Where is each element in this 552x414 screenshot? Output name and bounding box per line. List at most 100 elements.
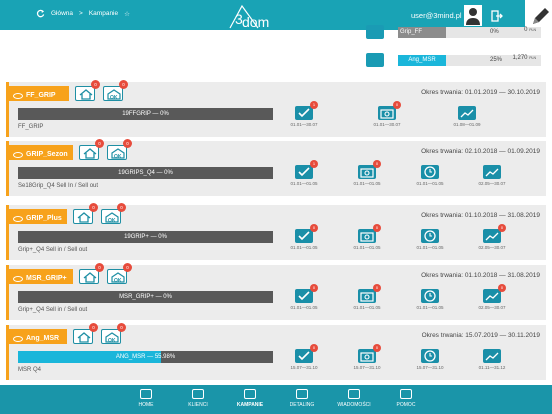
eye-icon — [13, 275, 23, 282]
campaign-card[interactable]: GRIP_Plus 0 OK 0 Okres trwania: 01.10.2018 —… — [6, 203, 546, 260]
progress-label: MSR_GRIP+ — 0% — [119, 294, 172, 300]
nav-home[interactable]: HOME — [120, 385, 172, 414]
action-date: 01.01—01.05 — [416, 245, 444, 250]
progress-bar: 19GRIPS_Q4 — 0% — [18, 167, 273, 179]
breadcrumb-separator: > — [79, 10, 83, 17]
camera-icon: 0 — [378, 101, 401, 120]
count-badge: 0 — [373, 284, 381, 292]
campaign-card[interactable]: GRIP_Sezon 0 OK 0 Okres trwania: 02.10.2018 … — [6, 139, 546, 196]
ok-button[interactable]: OK 0 — [101, 203, 126, 224]
stat-amount: 1,270 PLN — [512, 55, 537, 61]
campaign-action[interactable]: 0 01.01—01.05 — [347, 284, 387, 310]
campaign-action[interactable]: 0 02.05—30.07 — [472, 224, 512, 250]
stat-name: Grip_FF — [398, 27, 446, 38]
action-date: 02.05—30.07 — [478, 181, 506, 186]
campaign-subtitle: Se18Grip_Q4 Sell In / Sell out — [18, 183, 99, 189]
campaign-action[interactable]: 15.07—31.10 — [410, 349, 450, 370]
campaign-action[interactable]: 0 01.01—01.05 — [347, 224, 387, 250]
svg-text:OK: OK — [114, 278, 122, 283]
action-date: 01.01—01.05 — [353, 245, 381, 250]
nav-pomoc[interactable]: POMOC — [380, 385, 432, 414]
campaign-subtitle: FF_GRIP — [18, 124, 44, 130]
house-button[interactable]: 0 — [73, 323, 98, 344]
refresh-icon[interactable] — [36, 9, 45, 18]
campaign-period: Okres trwania: 01.01.2019 — 30.10.2019 — [421, 89, 540, 96]
count-badge: 1 — [310, 101, 318, 109]
house-button[interactable]: 0 — [75, 80, 100, 101]
campaign-tag[interactable]: FF_GRIP — [9, 86, 69, 101]
campaign-tag[interactable]: MSR_GRIP+ — [9, 269, 73, 284]
count-badge: 0 — [117, 323, 126, 332]
progress-label: 19FFGRIP — 0% — [122, 111, 169, 117]
house-button[interactable]: 0 — [79, 139, 104, 160]
campaign-action[interactable]: 01.08—01.09 — [447, 106, 487, 127]
breadcrumb-home[interactable]: Główna — [51, 10, 73, 17]
check-icon: 0 — [295, 224, 318, 243]
sliders-icon — [244, 389, 256, 399]
svg-text:OK: OK — [108, 338, 116, 343]
campaign-action[interactable]: 0 01.01—01.05 — [347, 160, 387, 186]
progress-label: 19GRIPS_Q4 — 0% — [118, 170, 173, 176]
campaign-action[interactable]: 0 02.05—30.07 — [472, 284, 512, 310]
campaign-action[interactable]: 0 01.01—01.05 — [284, 284, 324, 310]
logout-icon[interactable] — [491, 10, 503, 22]
nav-klienci[interactable]: KLIENCI — [172, 385, 224, 414]
campaign-action[interactable]: 0 15.07—31.10 — [284, 344, 324, 370]
count-badge: 0 — [393, 101, 401, 109]
campaign-action[interactable]: 02.05—30.07 — [472, 165, 512, 186]
campaign-name: GRIP_Plus — [26, 215, 62, 222]
nav-detaling[interactable]: DETALING — [276, 385, 328, 414]
count-badge: 0 — [119, 80, 128, 89]
stat-name: Ang_MSR — [398, 55, 446, 66]
count-badge: 0 — [95, 139, 104, 148]
progress-label: ANG_MSR — 55.98% — [115, 354, 176, 360]
graduation-icon — [296, 389, 308, 399]
eye-icon — [13, 215, 23, 222]
stat-row: Grip_FF 0% 0 PLN — [366, 25, 541, 39]
campaign-card[interactable]: MSR_GRIP+ 0 OK 0 Okres trwania: 01.10.2018 —… — [6, 263, 546, 320]
campaign-action[interactable]: 01.11—31.12 — [472, 349, 512, 370]
campaign-action[interactable]: 01.01—01.05 — [410, 289, 450, 310]
svg-text:OK: OK — [114, 154, 122, 159]
campaign-action[interactable]: 01.01—01.05 — [410, 229, 450, 250]
home-icon — [140, 389, 152, 399]
campaign-card[interactable]: FF_GRIP 0 OK 0 Okres trwania: 01.01.2019 — 3… — [6, 80, 546, 137]
nav-wiadomosci[interactable]: WIADOMOŚCI — [328, 385, 380, 414]
campaign-tag[interactable]: GRIP_Plus — [9, 209, 67, 224]
ok-button[interactable]: OK 0 — [107, 139, 132, 160]
campaign-card[interactable]: Ang_MSR 0 OK 0 Okres trwania: 15.07.2019 — 3… — [6, 323, 546, 380]
action-date: 01.01—01.05 — [290, 181, 318, 186]
count-badge: 1 — [310, 160, 318, 168]
campaign-action[interactable]: 0 01.01—01.05 — [284, 224, 324, 250]
check-icon: 0 — [295, 284, 318, 303]
campaign-name: Ang_MSR — [26, 335, 60, 342]
campaign-period: Okres trwania: 01.10.2018 — 31.08.2019 — [421, 272, 540, 279]
house-button[interactable]: 0 — [79, 263, 104, 284]
ok-button[interactable]: OK 0 — [101, 323, 126, 344]
action-date: 15.07—31.10 — [353, 365, 381, 370]
avatar[interactable] — [464, 5, 482, 26]
breadcrumb-current: Kampanie — [88, 10, 119, 17]
campaign-action[interactable]: 1 01.01—30.07 — [284, 101, 324, 127]
count-badge: 0 — [373, 224, 381, 232]
house-button[interactable]: 0 — [73, 203, 98, 224]
campaign-action[interactable]: 0 15.07—31.10 — [347, 344, 387, 370]
campaign-tag[interactable]: Ang_MSR — [9, 329, 67, 344]
campaign-action[interactable]: 1 01.01—01.05 — [284, 160, 324, 186]
campaign-action[interactable]: 0 01.01—30.07 — [367, 101, 407, 127]
action-date: 01.01—01.05 — [290, 305, 318, 310]
campaign-tag[interactable]: GRIP_Sezon — [9, 145, 73, 160]
campaign-subtitle: Grip+_Q4 Sell in / Sell out — [18, 307, 88, 313]
chart-icon — [483, 165, 501, 179]
count-badge: 0 — [95, 263, 104, 272]
action-date: 02.05—30.07 — [478, 245, 506, 250]
campaign-action[interactable]: 01.01—01.05 — [410, 165, 450, 186]
action-date: 01.01—01.05 — [353, 181, 381, 186]
ok-button[interactable]: OK 0 — [103, 80, 128, 101]
count-badge: 0 — [498, 284, 506, 292]
nav-kampanie[interactable]: KAMPANIE — [224, 385, 276, 414]
bottom-nav: HOME KLIENCI KAMPANIE DETALING WIADOMOŚC… — [0, 385, 552, 414]
star-icon[interactable]: ☆ — [124, 10, 130, 18]
action-date: 01.01—30.07 — [373, 122, 401, 127]
ok-button[interactable]: OK 0 — [107, 263, 132, 284]
